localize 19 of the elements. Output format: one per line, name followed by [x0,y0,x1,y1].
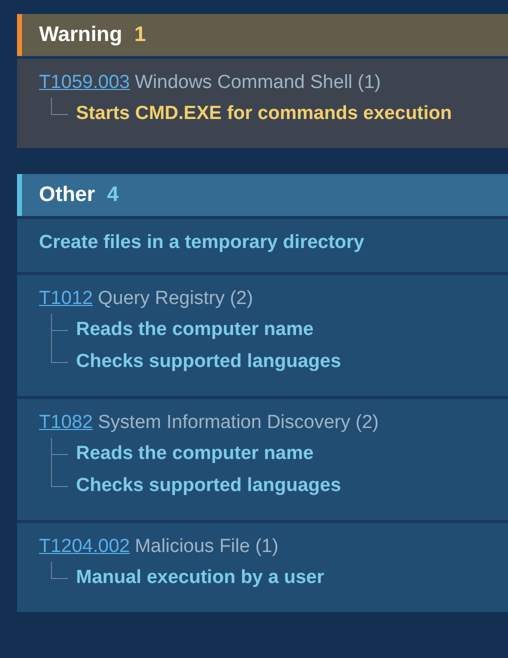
technique-link[interactable]: T1204.002 [39,536,130,558]
section-title: Other [39,183,96,207]
behavior-text: Reads the computer name [76,443,314,465]
technique-link[interactable]: T1012 [39,288,93,310]
section-title: Warning [39,23,122,47]
behavior-text: Checks supported languages [76,475,342,497]
technique-link[interactable]: T1082 [39,412,93,434]
technique-name: Windows Command Shell (1) [134,72,381,94]
behavior-text: Starts CMD.EXE for commands execution [76,103,452,125]
behavior-text: Manual execution by a user [76,567,324,589]
behavior-text: Create files in a temporary directory [39,232,364,253]
section-count: 1 [134,23,146,47]
technique-name: Malicious File (1) [134,536,278,558]
behavior-text: Reads the computer name [76,319,314,341]
behavior-text: Checks supported languages [76,351,342,373]
technique-name: Query Registry (2) [98,288,254,310]
technique-name: System Information Discovery (2) [98,412,379,434]
technique-link[interactable]: T1059.003 [39,72,130,94]
section-count: 4 [107,183,119,207]
